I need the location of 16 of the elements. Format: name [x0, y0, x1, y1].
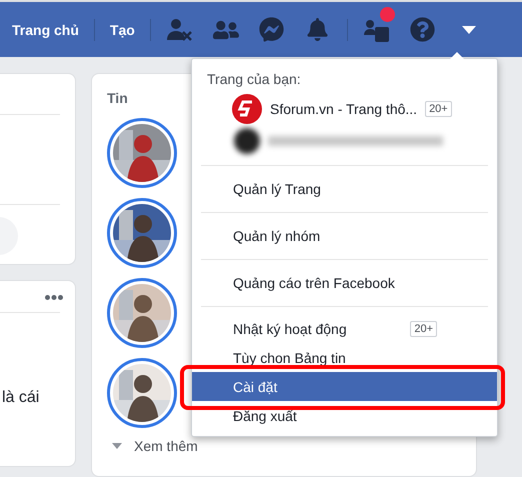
- nav-link[interactable]: Trang chủ: [12, 22, 79, 38]
- menu-item[interactable]: Tùy chon Bảng tin: [233, 350, 346, 366]
- count-badge: 20+: [410, 320, 437, 336]
- menu-item[interactable]: Cài đặt: [192, 372, 497, 401]
- menu-item[interactable]: Quản lý Trang: [233, 181, 321, 197]
- page-link[interactable]: Sforum.vn - Trang thô... 20+: [192, 93, 497, 125]
- menu-item[interactable]: Nhật ký hoạt động: [233, 320, 347, 336]
- count-badge: 20+: [425, 101, 452, 117]
- menu-section-label: Trang của bạn:: [206, 70, 302, 89]
- menu-item[interactable]: Đăng xuất: [233, 408, 297, 424]
- see-more-link[interactable]: Xem thêm: [107, 438, 461, 454]
- menu-item[interactable]: Quảng cáo trên Facebook: [233, 275, 395, 291]
- stories-title: Tin: [107, 90, 129, 106]
- menu-item[interactable]: Quản lý nhóm: [233, 228, 320, 244]
- post-text: là cái: [1, 389, 40, 407]
- nav-link[interactable]: Tạo: [110, 22, 135, 38]
